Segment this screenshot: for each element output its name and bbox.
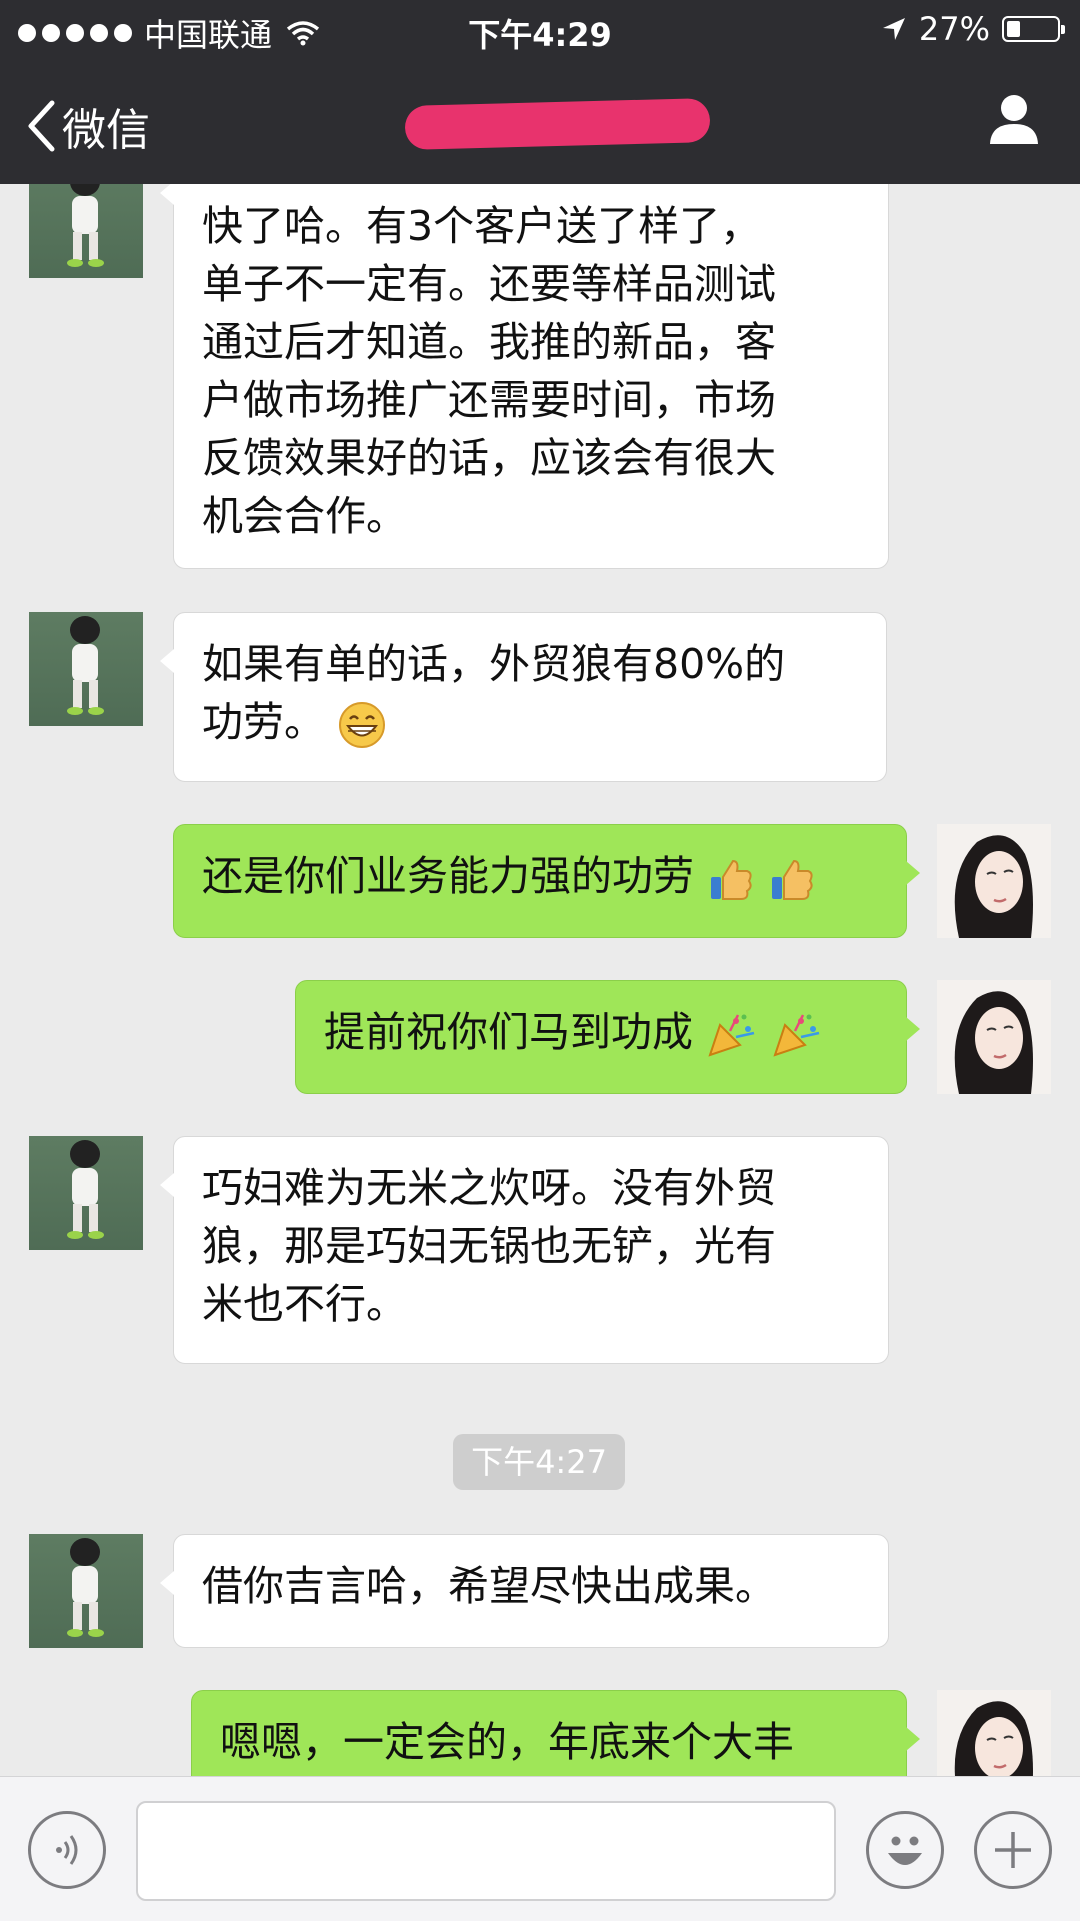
- plus-icon: [995, 1832, 1031, 1868]
- my-avatar[interactable]: [937, 980, 1051, 1094]
- grin-emoji: [339, 702, 386, 748]
- message-line: 机会合作。: [202, 492, 407, 540]
- woman-photo: [954, 991, 1033, 1094]
- message-line: 功劳。: [202, 693, 858, 751]
- battery-percent: 27%: [918, 10, 990, 48]
- message-text: 提前祝你们马到功成: [324, 1008, 693, 1056]
- message-line: 如果有单的话，外贸狼有80%的: [202, 640, 786, 688]
- my-avatar[interactable]: [937, 824, 1051, 938]
- child-photo: [67, 1538, 104, 1637]
- thumbs-up-emoji: [772, 859, 813, 900]
- input-bar: [0, 1776, 1080, 1921]
- message-line: 户做市场推广还需要时间，市场: [202, 376, 776, 424]
- message-bubble-incoming[interactable]: 如果有单的话，外贸狼有80%的 功劳。: [160, 612, 887, 782]
- message-line: 嗯嗯，一定会的，年底来个大丰: [220, 1718, 794, 1766]
- battery-icon: [1002, 16, 1065, 42]
- child-photo: [67, 1140, 104, 1239]
- contact-avatar[interactable]: [29, 184, 143, 278]
- message-line: 还是你们业务能力强的功劳: [202, 847, 878, 905]
- contact-avatar[interactable]: [29, 1534, 143, 1648]
- child-photo: [67, 184, 104, 267]
- voice-button[interactable]: [28, 1811, 106, 1889]
- message-line: 反馈效果好的话，应该会有很大: [202, 434, 776, 482]
- contact-avatar[interactable]: [29, 612, 143, 726]
- message-line: 狼，那是巧妇无锅也无铲，光有: [202, 1222, 776, 1270]
- message-input[interactable]: [136, 1801, 836, 1901]
- message-bubble-incoming[interactable]: 巧妇难为无米之炊呀。没有外贸 狼，那是巧妇无锅也无铲，光有 米也不行。: [160, 1136, 889, 1364]
- redacted-title-mark: [404, 98, 711, 150]
- party-popper-emoji: [708, 1014, 755, 1057]
- message-text: 还是你们业务能力强的功劳: [202, 852, 694, 900]
- status-right: 27%: [881, 10, 1065, 48]
- party-popper-emoji: [773, 1014, 820, 1057]
- woman-photo: [954, 835, 1033, 938]
- back-label: 微信: [62, 105, 150, 156]
- message-line: 借你吉言哈，希望尽快出成果。: [202, 1562, 776, 1610]
- message-bubble-outgoing[interactable]: 嗯嗯，一定会的，年底来个大丰: [191, 1690, 920, 1776]
- message-bubble-incoming[interactable]: 快了哈。有3个客户送了样了， 单子不一定有。还要等样品测试 通过后才知道。我推的…: [160, 184, 889, 569]
- back-button[interactable]: 微信: [26, 94, 150, 158]
- message-line: 巧妇难为无米之炊呀。没有外贸: [202, 1164, 776, 1212]
- nav-bar: 微信: [0, 60, 1080, 184]
- chat-area[interactable]: 快了哈。有3个客户送了样了， 单子不一定有。还要等样品测试 通过后才知道。我推的…: [0, 184, 1080, 1776]
- location-arrow-icon: [882, 18, 905, 40]
- person-icon: [990, 95, 1038, 144]
- message-line: 单子不一定有。还要等样品测试: [202, 260, 776, 308]
- message-line: 快了哈。有3个客户送了样了，: [202, 202, 762, 250]
- message-bubble-incoming[interactable]: 借你吉言哈，希望尽快出成果。: [160, 1534, 889, 1648]
- voice-icon: [56, 1835, 78, 1865]
- message-bubble-outgoing[interactable]: 还是你们业务能力强的功劳: [173, 824, 920, 938]
- status-bar: 中国联通 下午4:29 27%: [0, 0, 1080, 60]
- message-bubble-outgoing[interactable]: 提前祝你们马到功成: [295, 980, 920, 1094]
- message-text: 功劳。: [202, 698, 325, 746]
- thumbs-up-emoji: [711, 859, 752, 900]
- chat-info-button[interactable]: [988, 92, 1040, 150]
- time-separator: 下午4:27: [453, 1434, 625, 1490]
- emoji-icon: [888, 1836, 922, 1865]
- battery-fill: [1007, 21, 1020, 37]
- message-line: 提前祝你们马到功成: [324, 1003, 878, 1061]
- child-photo: [67, 616, 104, 715]
- message-line: 米也不行。: [202, 1280, 407, 1328]
- emoji-button[interactable]: [866, 1811, 944, 1889]
- message-line: 通过后才知道。我推的新品，客: [202, 318, 776, 366]
- chevron-left-icon: [28, 100, 55, 152]
- woman-photo: [954, 1701, 1033, 1776]
- my-avatar[interactable]: [937, 1690, 1051, 1776]
- more-button[interactable]: [974, 1811, 1052, 1889]
- contact-avatar[interactable]: [29, 1136, 143, 1250]
